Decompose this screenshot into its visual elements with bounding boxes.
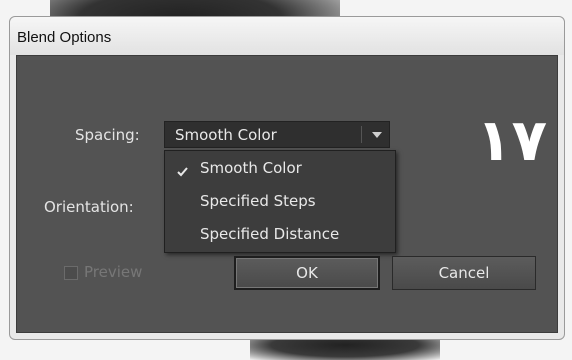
menu-item-specified-steps[interactable]: Specified Steps (165, 188, 395, 218)
blend-options-dialog: Blend Options Spacing: Smooth Color Smoo… (9, 16, 565, 340)
cancel-button[interactable]: Cancel (392, 256, 536, 290)
menu-item-label: Specified Steps (200, 192, 316, 210)
title-bar[interactable]: Blend Options (10, 17, 564, 55)
spacing-selected-value: Smooth Color (175, 126, 277, 144)
select-divider (361, 126, 362, 143)
menu-item-label: Smooth Color (200, 159, 302, 177)
menu-item-smooth-color[interactable]: Smooth Color (165, 155, 395, 185)
menu-item-label: Specified Distance (200, 225, 340, 243)
preview-checkbox[interactable] (64, 266, 78, 280)
menu-item-specified-distance[interactable]: Specified Distance (165, 221, 395, 251)
dialog-content: Spacing: Smooth Color Smooth Color Speci… (16, 55, 558, 333)
orientation-label: Orientation: (44, 198, 134, 216)
spacing-select[interactable]: Smooth Color (164, 121, 390, 148)
chevron-down-icon[interactable] (365, 122, 389, 147)
ok-button[interactable]: OK (234, 256, 380, 290)
dialog-title: Blend Options (17, 29, 112, 46)
checkmark-icon (177, 162, 188, 181)
spacing-label: Spacing: (75, 126, 140, 144)
overlay-number: ١٧ (476, 106, 547, 174)
preview-label: Preview (84, 263, 143, 281)
spacing-dropdown-menu: Smooth Color Specified Steps Specified D… (164, 150, 396, 253)
